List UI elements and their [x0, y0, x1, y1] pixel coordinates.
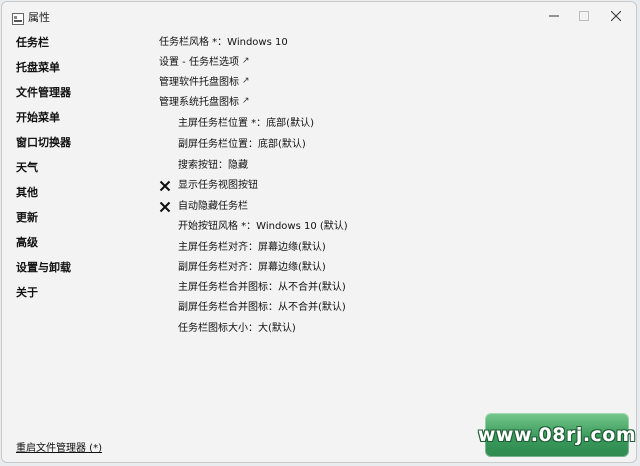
option-primary-taskbar-combine-icons[interactable]: 主屏任务栏合并图标：从不合并(默认) [178, 278, 346, 293]
option-start-button-style[interactable]: 开始按钮风格 *：Windows 10 (默认) [178, 217, 348, 232]
option-label: 搜索按钮：隐藏 [178, 160, 248, 171]
option-label: 开始按钮风格 *：Windows 10 (默认) [178, 221, 348, 232]
option-label: 主屏任务栏对齐：屏幕边缘(默认) [178, 242, 326, 253]
sidebar-item-advanced[interactable]: 高级 [16, 234, 38, 250]
option-label: 主屏任务栏位置 *：底部(默认) [178, 118, 314, 129]
restart-explorer-link[interactable]: 重启文件管理器 (*) [16, 439, 102, 454]
watermark-logo: www.08rj.com [478, 413, 636, 457]
option-primary-taskbar-alignment[interactable]: 主屏任务栏对齐：屏幕边缘(默认) [178, 238, 326, 253]
option-label: 自动隐藏任务栏 [178, 201, 248, 212]
option-label: 主屏任务栏合并图标：从不合并(默认) [178, 282, 346, 293]
option-taskbar-icon-size[interactable]: 任务栏图标大小：大(默认) [178, 319, 296, 334]
option-label: 显示任务视图按钮 [178, 180, 258, 191]
sidebar-item-window-switcher[interactable]: 窗口切换器 [16, 134, 71, 150]
sidebar-item-about[interactable]: 关于 [16, 284, 38, 300]
option-secondary-taskbar-combine-icons[interactable]: 副屏任务栏合并图标：从不合并(默认) [178, 298, 346, 313]
properties-window: 属性 任务栏 托盘菜单 文件管理器 开始菜单 窗口切换器 天气 其他 更新 高级… [1, 1, 637, 463]
option-label: 任务栏图标大小：大(默认) [178, 323, 296, 334]
sidebar-item-file-explorer[interactable]: 文件管理器 [16, 84, 71, 100]
sidebar-item-weather[interactable]: 天气 [16, 159, 38, 175]
option-label: 副屏任务栏位置：底部(默认) [178, 139, 306, 150]
option-label: 副屏任务栏合并图标：从不合并(默认) [178, 302, 346, 313]
sidebar-item-other[interactable]: 其他 [16, 184, 38, 200]
option-label: 设置 - 任务栏选项 [159, 57, 239, 68]
sidebar-item-taskbar[interactable]: 任务栏 [16, 34, 49, 50]
sidebar-item-tray-menu[interactable]: 托盘菜单 [16, 59, 60, 75]
option-taskbar-settings-link[interactable]: 设置 - 任务栏选项 ↗ [159, 53, 250, 69]
option-label: 副屏任务栏对齐：屏幕边缘(默认) [178, 262, 326, 273]
sidebar-item-update[interactable]: 更新 [16, 209, 38, 225]
x-mark-icon[interactable] [159, 177, 171, 192]
content-area: 任务栏 托盘菜单 文件管理器 开始菜单 窗口切换器 天气 其他 更新 高级 设置… [2, 2, 636, 462]
option-secondary-taskbar-position[interactable]: 副屏任务栏位置：底部(默认) [178, 135, 306, 150]
option-label: 管理软件托盘图标 [159, 77, 239, 88]
external-link-icon: ↗ [242, 95, 250, 106]
option-label: 管理系统托盘图标 [159, 97, 239, 108]
option-label: 任务栏风格 *：Windows 10 [159, 37, 288, 48]
x-mark-icon[interactable] [159, 198, 171, 213]
watermark-text: www.08rj.com [477, 424, 637, 446]
external-link-icon: ↗ [241, 55, 250, 66]
option-secondary-taskbar-alignment[interactable]: 副屏任务栏对齐：屏幕边缘(默认) [178, 258, 326, 273]
option-manage-app-tray-icons-link[interactable]: 管理软件托盘图标 ↗ [159, 73, 250, 89]
option-primary-taskbar-position[interactable]: 主屏任务栏位置 *：底部(默认) [178, 114, 314, 129]
option-auto-hide-taskbar[interactable]: 自动隐藏任务栏 [178, 197, 248, 212]
option-taskbar-style[interactable]: 任务栏风格 *：Windows 10 [159, 33, 288, 48]
sidebar-item-start-menu[interactable]: 开始菜单 [16, 109, 60, 125]
sidebar-item-setup-uninstall[interactable]: 设置与卸载 [16, 259, 71, 275]
external-link-icon: ↗ [242, 75, 250, 86]
option-show-task-view-button[interactable]: 显示任务视图按钮 [178, 176, 258, 191]
option-search-button[interactable]: 搜索按钮：隐藏 [178, 156, 248, 171]
option-manage-system-tray-icons-link[interactable]: 管理系统托盘图标 ↗ [159, 93, 250, 109]
